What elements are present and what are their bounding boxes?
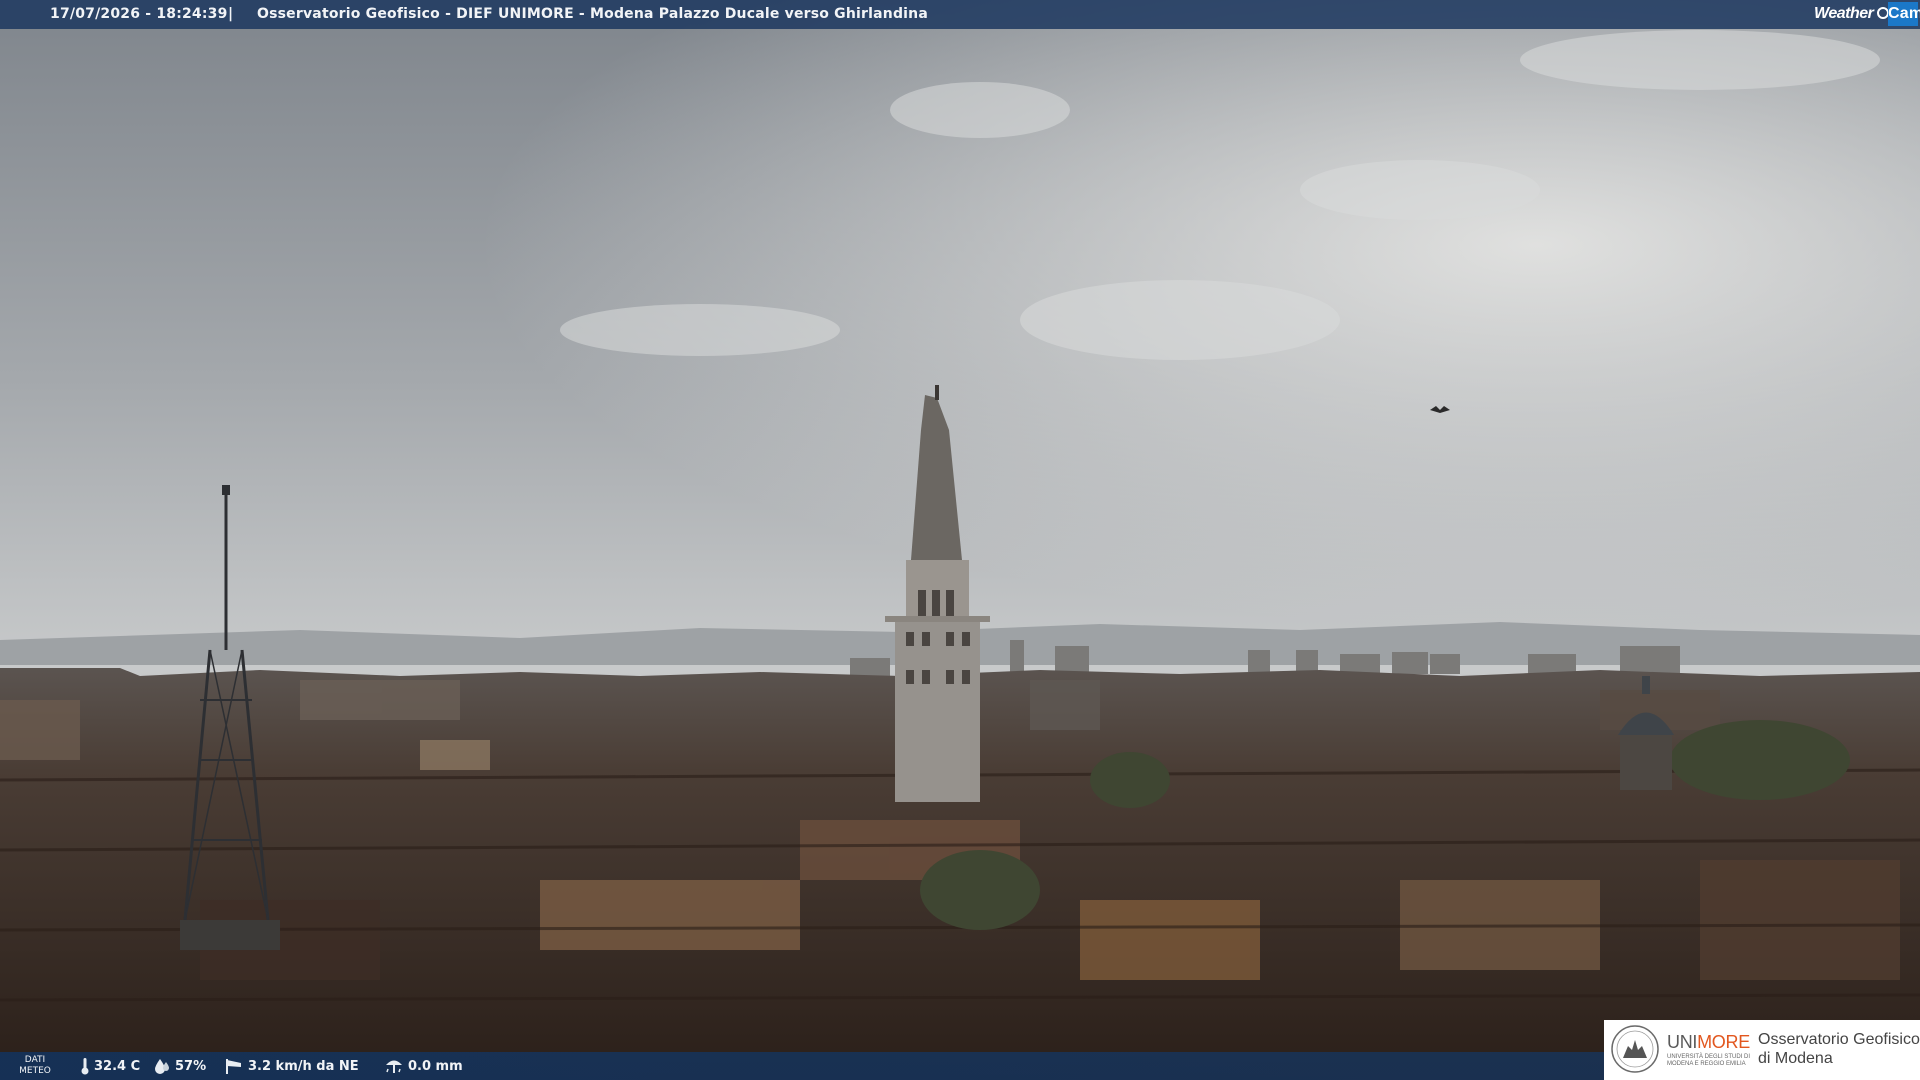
weather-label: DATI METEO bbox=[19, 1055, 51, 1076]
weather-data-bar: DATI METEO 32.4 C 57% 3.2 km/h da NE 0.0… bbox=[0, 1052, 1604, 1080]
thermometer-icon bbox=[81, 1058, 89, 1075]
wind-sock-icon bbox=[226, 1059, 241, 1074]
wind-reading: 3.2 km/h da NE bbox=[224, 1057, 359, 1075]
humidity-drop-icon bbox=[155, 1059, 169, 1074]
humidity-reading: 57% bbox=[153, 1057, 206, 1075]
rain-reading: 0.0 mm bbox=[384, 1057, 463, 1075]
university-subtitle: Università degli Studi di Modena e Reggi… bbox=[1667, 1054, 1751, 1067]
camera-info-bar: 17/07/2026 - 18:24:39 | Osservatorio Geo… bbox=[0, 0, 1920, 29]
university-seal-icon bbox=[1611, 1025, 1659, 1073]
observatory-name: Osservatorio Geofisico di Modena bbox=[1758, 1031, 1920, 1067]
weathercam-logo: Weather Cam bbox=[1814, 2, 1920, 26]
unimore-wordmark: UNIMORE bbox=[1667, 1032, 1750, 1052]
unimore-branding: UNIMORE Università degli Studi di Modena… bbox=[1604, 1020, 1920, 1080]
separator: | bbox=[228, 6, 234, 22]
temperature-reading: 32.4 C bbox=[80, 1057, 140, 1075]
timestamp: 17/07/2026 - 18:24:39 bbox=[50, 6, 228, 22]
rain-gauge-icon bbox=[386, 1060, 402, 1073]
webcam-image bbox=[0, 0, 1920, 1080]
camera-title: Osservatorio Geofisico - DIEF UNIMORE - … bbox=[257, 6, 928, 22]
